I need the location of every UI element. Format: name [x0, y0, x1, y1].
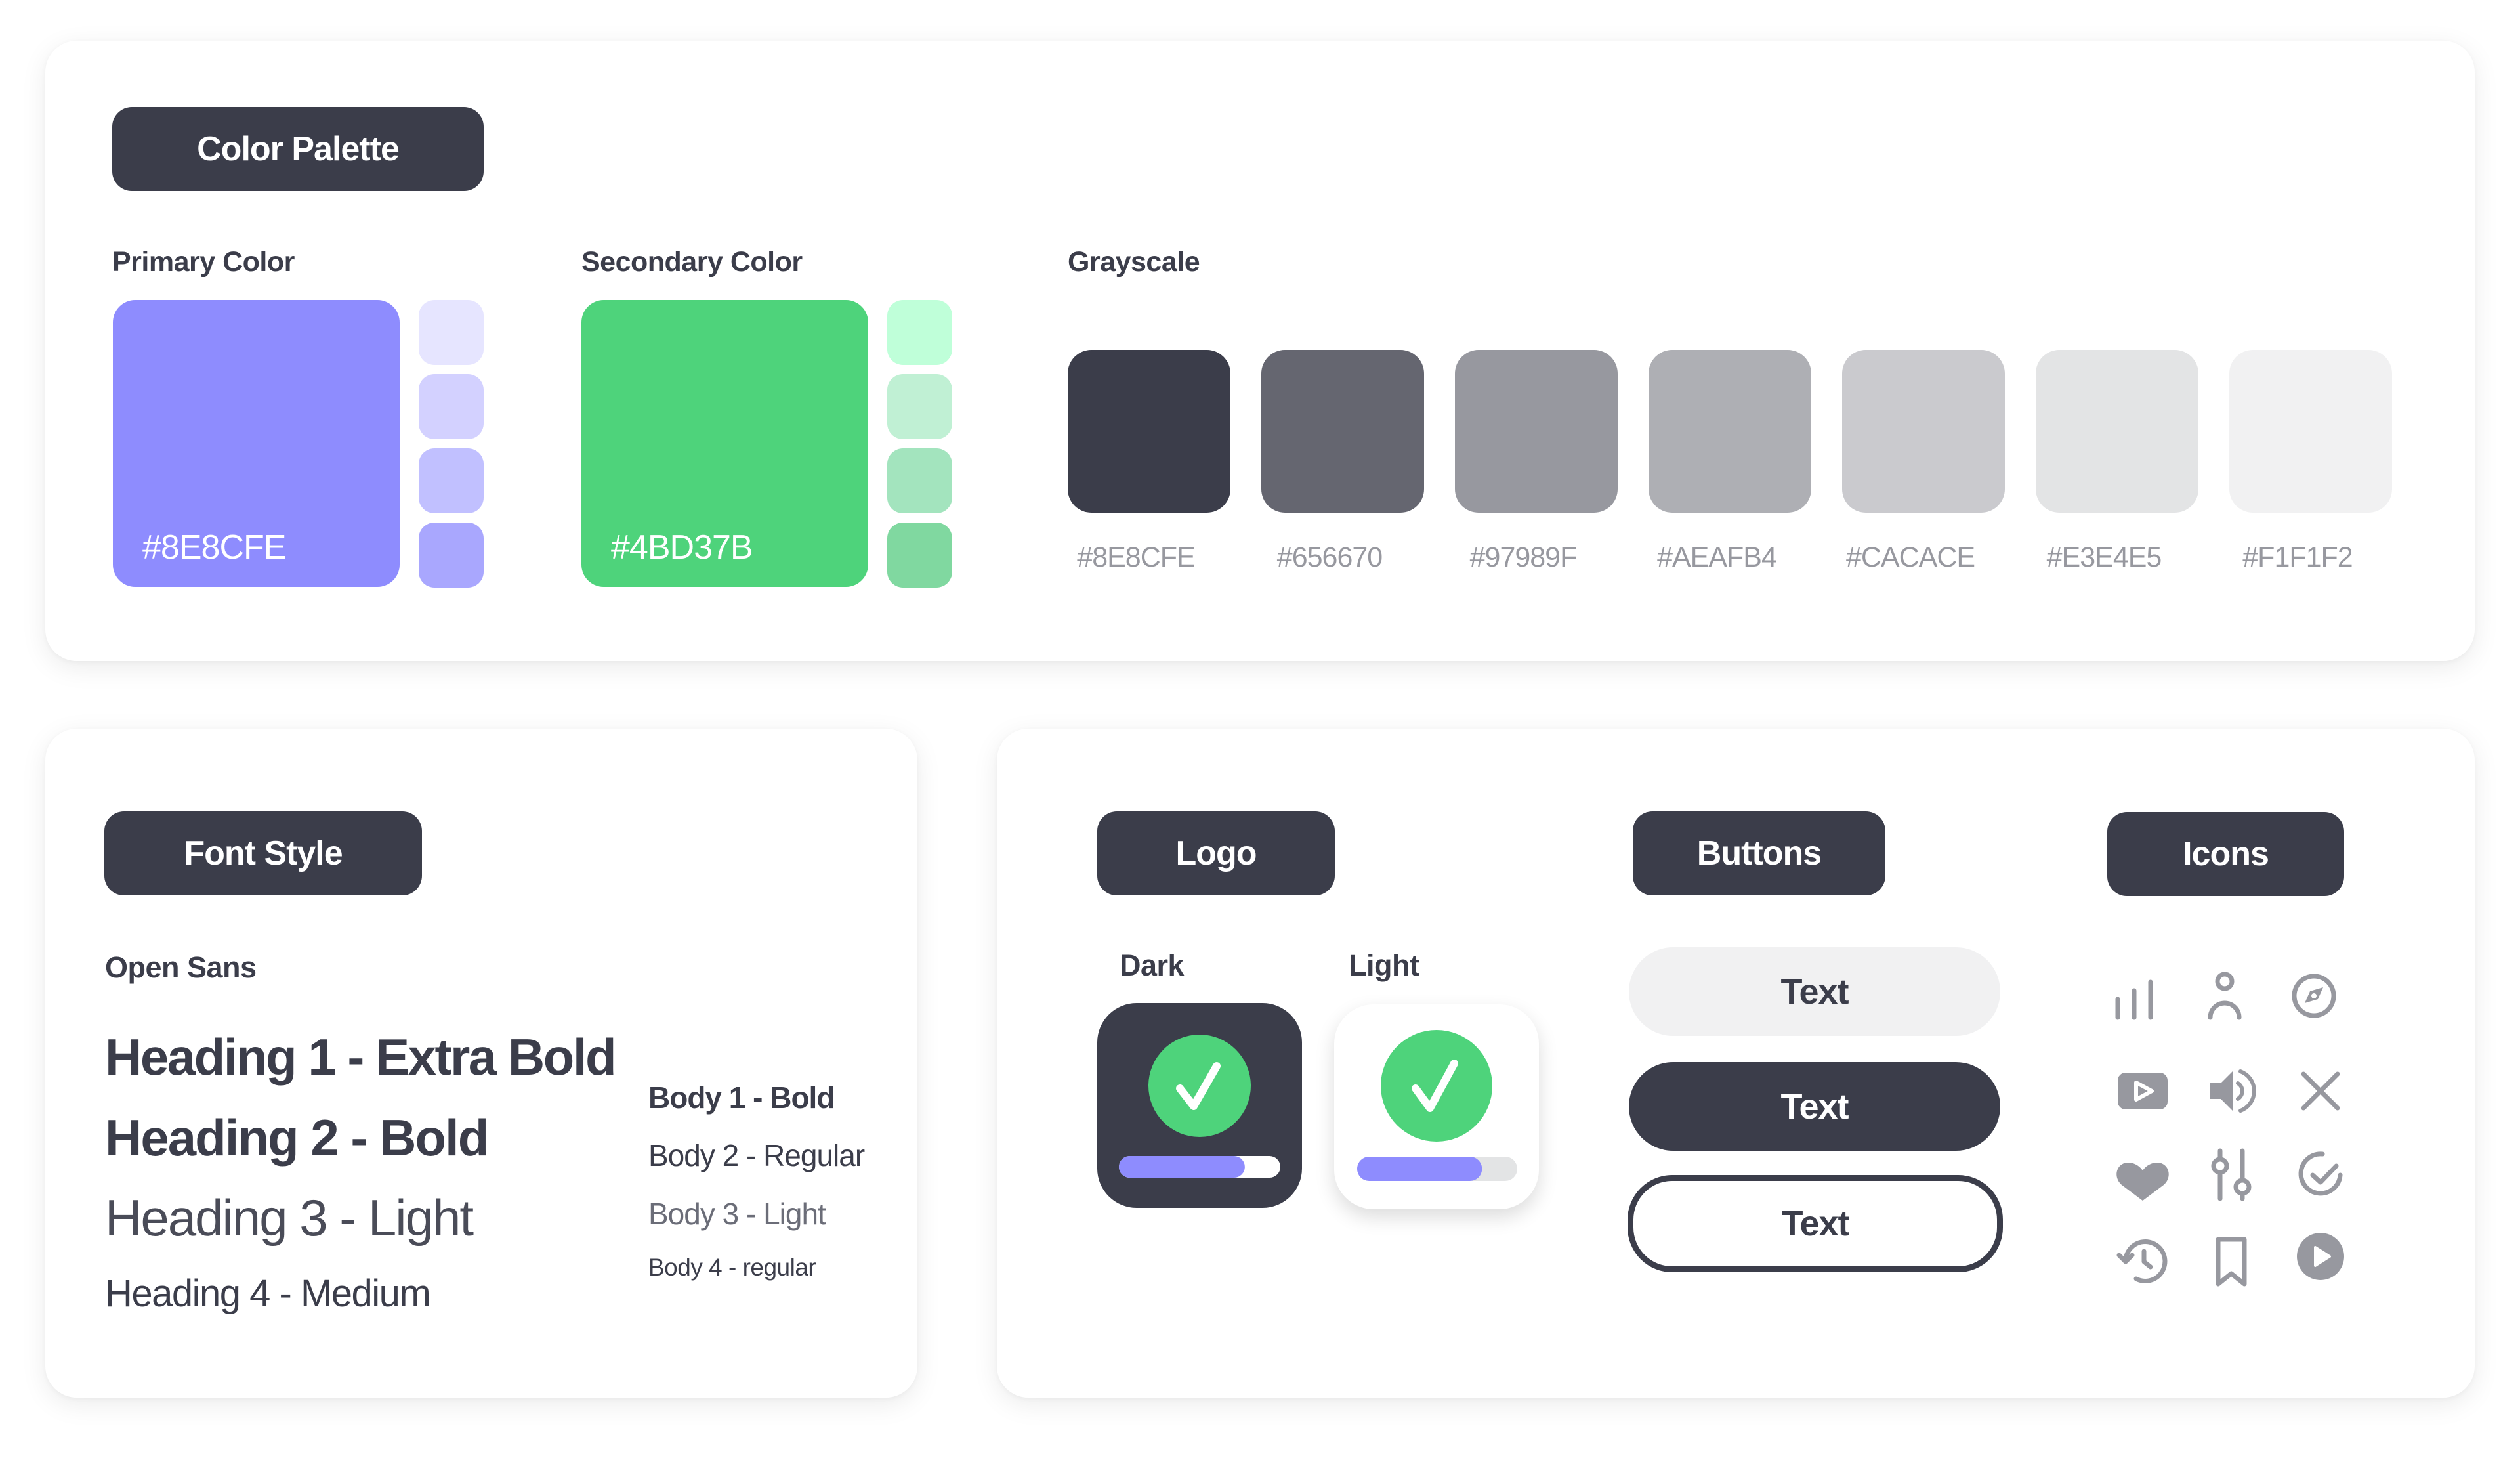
secondary-tint-4	[887, 523, 952, 588]
play-circle-icon[interactable]	[2288, 1222, 2353, 1288]
logo-light-mark	[1357, 1030, 1517, 1181]
heading-3-sample: Heading 3 - Light	[105, 1189, 474, 1247]
history-icon[interactable]	[2110, 1228, 2175, 1293]
grayscale-hex-label: #F1F1F2	[2242, 542, 2353, 573]
button-primary[interactable]: Text	[1629, 1062, 2000, 1151]
secondary-hex: #4BD37B	[611, 528, 753, 567]
bookmark-icon[interactable]	[2198, 1228, 2264, 1293]
body-1-sample: Body 1 - Bold	[648, 1081, 835, 1115]
grayscale-swatch	[1648, 350, 1811, 513]
grayscale-swatch	[1455, 350, 1618, 513]
body-2-sample: Body 2 - Regular	[648, 1138, 865, 1172]
logo-dark-label: Dark	[1120, 949, 1185, 982]
primary-hex: #8E8CFE	[142, 528, 286, 567]
buttons-title: Buttons	[1633, 811, 1885, 895]
body-4-sample: Body 4 - regular	[648, 1254, 816, 1281]
progress-fill	[1119, 1156, 1245, 1178]
grayscale-swatch	[1842, 350, 2005, 513]
close-icon[interactable]	[2288, 1058, 2353, 1124]
primary-tint-1	[419, 300, 484, 365]
font-family-name: Open Sans	[105, 951, 257, 984]
grayscale-hex-label: #656670	[1276, 542, 1383, 573]
grayscale-hex-label: #CACACE	[1845, 542, 1975, 573]
color-palette-title: Color Palette	[112, 107, 484, 191]
secondary-swatch: #4BD37B	[581, 300, 868, 587]
grayscale-swatch	[2229, 350, 2392, 513]
primary-tint-4	[419, 523, 484, 588]
button-secondary[interactable]: Text	[1629, 947, 2000, 1036]
user-icon[interactable]	[2192, 960, 2258, 1025]
sliders-icon[interactable]	[2198, 1141, 2264, 1207]
grayscale-swatch	[1068, 350, 1230, 513]
body-3-sample: Body 3 - Light	[648, 1197, 826, 1231]
secondary-tint-3	[887, 448, 952, 513]
check-circle	[1148, 1035, 1251, 1137]
grayscale-hex-label: #8E8CFE	[1077, 542, 1195, 573]
logo-title: Logo	[1097, 811, 1335, 895]
compass-icon[interactable]	[2281, 960, 2347, 1025]
grayscale-swatch	[2036, 350, 2198, 513]
primary-swatch: #8E8CFE	[113, 300, 400, 587]
heading-4-sample: Heading 4 - Medium	[105, 1272, 431, 1315]
heading-2-sample: Heading 2 - Bold	[105, 1109, 489, 1167]
font-style-title: Font Style	[104, 811, 422, 895]
logo-dark-mark	[1119, 1035, 1280, 1178]
bar-chart-icon[interactable]	[2101, 960, 2167, 1025]
check-circle	[1381, 1030, 1492, 1142]
volume-icon[interactable]	[2198, 1058, 2264, 1124]
grayscale-hex-label: #97989F	[1469, 542, 1578, 573]
grayscale-swatch	[1261, 350, 1424, 513]
progress-fill	[1357, 1157, 1482, 1181]
check-circle-icon[interactable]	[2288, 1141, 2353, 1207]
logo-light-label: Light	[1349, 949, 1419, 982]
icons-title: Icons	[2107, 812, 2344, 896]
secondary-tint-2	[887, 374, 952, 439]
heading-1-sample: Heading 1 - Extra Bold	[105, 1028, 617, 1086]
heart-icon[interactable]	[2110, 1146, 2175, 1211]
secondary-color-label: Secondary Color	[581, 246, 803, 278]
primary-tint-2	[419, 374, 484, 439]
primary-color-label: Primary Color	[112, 246, 295, 278]
secondary-tint-1	[887, 300, 952, 365]
button-outline[interactable]: Text	[1628, 1175, 2003, 1272]
grayscale-label: Grayscale	[1068, 246, 1200, 278]
primary-tint-3	[419, 448, 484, 513]
grayscale-hex-label: #E3E4E5	[2046, 542, 2162, 573]
video-play-icon[interactable]	[2110, 1058, 2175, 1124]
logo-dark	[1097, 1003, 1302, 1208]
logo-light	[1334, 1004, 1539, 1209]
grayscale-hex-label: #AEAFB4	[1657, 542, 1777, 573]
